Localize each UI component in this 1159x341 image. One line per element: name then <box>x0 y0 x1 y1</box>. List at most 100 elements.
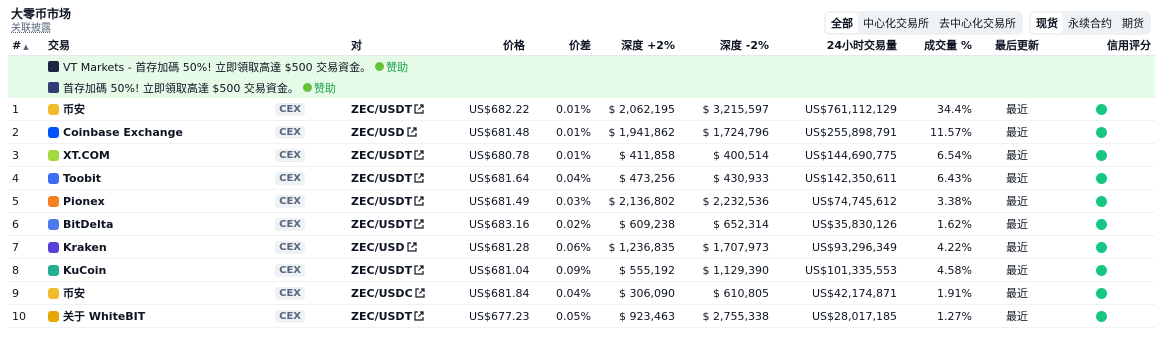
table-row[interactable]: 8 KuCoin CEX ZEC/USDT US$681.04 0.09% $ 555,19… <box>8 258 1155 282</box>
table-row[interactable]: 4 Toobit CEX ZEC/USDT US$681.64 0.04% $ 473,25… <box>8 166 1155 190</box>
exchange-link[interactable]: Coinbase Exchange <box>48 126 183 139</box>
table-row[interactable]: 9 币安 CEX ZEC/USDC US$681.84 0.04% $ 306,090 $ 6… <box>8 281 1155 305</box>
pair-link[interactable]: ZEC/USDT <box>351 195 424 208</box>
volume-pct-cell: 1.27% <box>901 304 976 328</box>
spread-cell: 0.04% <box>529 166 595 190</box>
exchange-link[interactable]: KuCoin <box>48 264 106 277</box>
table-row[interactable]: 1 币安 CEX ZEC/USDT US$682.22 0.01% $ 2,062,195 $… <box>8 98 1155 121</box>
external-link-icon[interactable] <box>414 219 424 229</box>
pair-link[interactable]: ZEC/USDT <box>351 264 424 277</box>
volume-pct-cell: 3.38% <box>901 189 976 213</box>
table-row[interactable]: 7 Kraken CEX ZEC/USD US$681.28 0.06% $ 1,236,8… <box>8 235 1155 259</box>
trust-score-dot-icon <box>1096 242 1107 253</box>
exchange-name[interactable]: KuCoin <box>63 264 106 277</box>
volume-cell: US$144,690,775 <box>773 143 901 167</box>
sort-up-icon: ▲ <box>23 42 29 51</box>
exchange-link[interactable]: 关于 WhiteBIT <box>48 308 145 324</box>
volume-pct-cell: 1.62% <box>901 212 976 236</box>
depth-minus-cell: $ 1,707,973 <box>679 235 773 259</box>
ad-text[interactable]: VT Markets - 首存加碼 50%! 立即領取高達 $500 交易資金。 <box>63 59 371 75</box>
exchange-name[interactable]: Toobit <box>63 172 101 185</box>
pair-link[interactable]: ZEC/USDT <box>351 103 424 116</box>
exchange-name[interactable]: 币安 <box>63 285 85 301</box>
col-rank[interactable]: # ▲ <box>8 35 44 56</box>
exchange-logo-icon <box>48 126 59 138</box>
filter-type_group-0[interactable]: 现货 <box>1031 13 1063 33</box>
table-row[interactable]: 5 Pionex CEX ZEC/USDT US$681.49 0.03% $ 2,136,… <box>8 189 1155 213</box>
exchange-link[interactable]: Pionex <box>48 195 105 208</box>
depth-plus-cell: $ 609,238 <box>595 212 679 236</box>
trust-score-dot-icon <box>1096 173 1107 184</box>
external-link-icon[interactable] <box>414 173 424 183</box>
col-depth-plus[interactable]: 深度 +2% <box>595 35 679 56</box>
col-exchange[interactable]: 交易 <box>44 35 347 56</box>
exchange-name[interactable]: BitDelta <box>63 218 113 231</box>
table-row[interactable]: 3 XT.COM CEX ZEC/USDT US$680.78 0.01% $ 411,85… <box>8 143 1155 167</box>
col-pair[interactable]: 对 <box>347 35 465 56</box>
external-link-icon[interactable] <box>406 242 417 252</box>
pair-link[interactable]: ZEC/USD <box>351 241 417 254</box>
table-row[interactable]: 10 关于 WhiteBIT CEX ZEC/USDT US$677.23 0.05% $ … <box>8 304 1155 328</box>
ad-row[interactable]: 首存加碼 50%! 立即領取高達 $500 交易資金。 赞助 <box>8 77 1155 98</box>
pair-link[interactable]: ZEC/USDT <box>351 218 424 231</box>
exchange-link[interactable]: 币安 <box>48 285 85 301</box>
external-link-icon[interactable] <box>406 127 417 137</box>
table-row[interactable]: 6 BitDelta CEX ZEC/USDT US$683.16 0.02% $ 609,… <box>8 212 1155 236</box>
external-link-icon[interactable] <box>414 150 424 160</box>
exchange-logo-icon <box>48 218 59 230</box>
updated-cell: 最近 <box>976 143 1058 167</box>
category-badge: CEX <box>275 125 305 139</box>
exchange-logo-icon <box>48 287 59 299</box>
filter-market_group-1[interactable]: 中心化交易所 <box>858 13 934 33</box>
external-link-icon[interactable] <box>415 288 425 298</box>
external-link-icon[interactable] <box>414 311 424 321</box>
exchange-name[interactable]: Coinbase Exchange <box>63 126 183 139</box>
ad-text[interactable]: 首存加碼 50%! 立即領取高達 $500 交易資金。 <box>63 80 299 96</box>
pair-link[interactable]: ZEC/USDT <box>351 172 424 185</box>
col-volume[interactable]: 24小时交易量 <box>773 35 901 56</box>
updated-cell: 最近 <box>976 189 1058 213</box>
external-link-icon[interactable] <box>414 196 424 206</box>
exchange-link[interactable]: Kraken <box>48 241 107 254</box>
col-volume-pct[interactable]: 成交量 % <box>901 35 976 56</box>
exchange-link[interactable]: BitDelta <box>48 218 113 231</box>
filter-market_group-0[interactable]: 全部 <box>826 13 858 33</box>
filter-market_group-2[interactable]: 去中心化交易所 <box>934 13 1021 33</box>
pair-link[interactable]: ZEC/USDT <box>351 149 424 162</box>
updated-cell: 最近 <box>976 235 1058 259</box>
pair-link[interactable]: ZEC/USDT <box>351 310 424 323</box>
exchange-name[interactable]: 关于 WhiteBIT <box>63 308 145 324</box>
exchange-link[interactable]: XT.COM <box>48 149 110 162</box>
exchange-link[interactable]: Toobit <box>48 172 101 185</box>
exchange-name[interactable]: Kraken <box>63 241 107 254</box>
exchange-name[interactable]: 币安 <box>63 101 85 117</box>
col-price[interactable]: 价格 <box>465 35 529 56</box>
category-badge: CEX <box>275 194 305 208</box>
col-trust[interactable]: 信用评分 <box>1058 35 1155 56</box>
pair-link[interactable]: ZEC/USDC <box>351 287 425 300</box>
pair-link[interactable]: ZEC/USD <box>351 126 417 139</box>
exchange-logo-icon <box>48 241 59 253</box>
exchange-link[interactable]: 币安 <box>48 101 85 117</box>
exchange-name[interactable]: XT.COM <box>63 149 110 162</box>
trust-score-dot-icon <box>1096 219 1107 230</box>
table-header-row: # ▲ 交易 对 价格 价差 深度 +2% 深度 -2% 24小时交易量 成交量 … <box>8 35 1155 56</box>
table-row[interactable]: 2 Coinbase Exchange CEX ZEC/USD US$681.48 0.0… <box>8 120 1155 144</box>
depth-minus-cell: $ 652,314 <box>679 212 773 236</box>
exchange-name[interactable]: Pionex <box>63 195 105 208</box>
col-updated[interactable]: 最后更新 <box>976 35 1058 56</box>
filter-type_group-2[interactable]: 期货 <box>1117 13 1149 33</box>
price-cell: US$681.49 <box>465 189 529 213</box>
disclosure-link[interactable]: 关联披露 <box>11 19 51 34</box>
col-depth-minus[interactable]: 深度 -2% <box>679 35 773 56</box>
external-link-icon[interactable] <box>414 104 424 114</box>
ad-row[interactable]: VT Markets - 首存加碼 50%! 立即領取高達 $500 交易資金。… <box>8 55 1155 77</box>
filter-type_group-1[interactable]: 永续合约 <box>1063 13 1117 33</box>
updated-cell: 最近 <box>976 166 1058 190</box>
depth-minus-cell: $ 430,933 <box>679 166 773 190</box>
external-link-icon[interactable] <box>414 265 424 275</box>
vt-markets-logo-icon <box>48 61 59 72</box>
trust-score-dot-icon <box>1096 196 1107 207</box>
volume-pct-cell: 11.57% <box>901 120 976 144</box>
col-spread[interactable]: 价差 <box>529 35 595 56</box>
